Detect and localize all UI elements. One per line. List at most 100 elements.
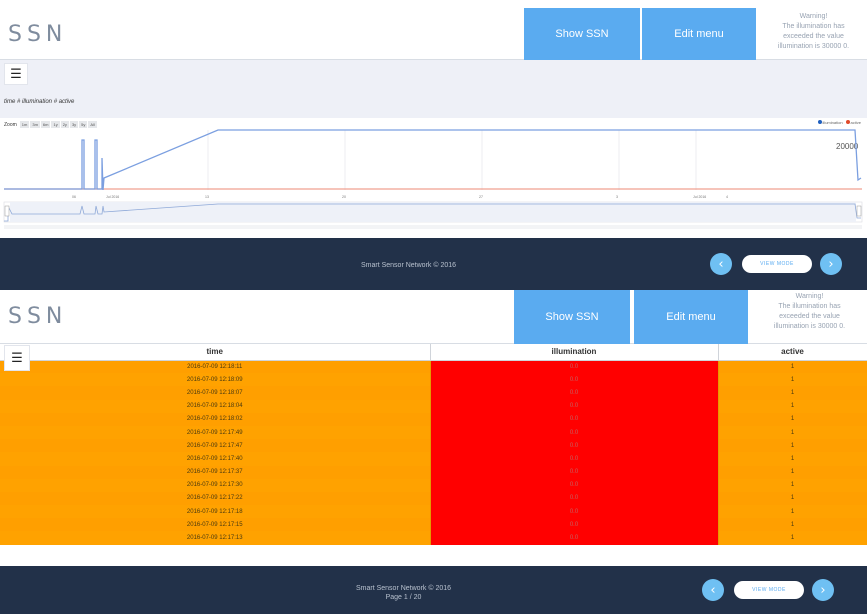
series-legend: time # illumination # active [4,99,75,105]
chevron-right-icon: › [828,256,834,272]
x-tick: Jul 2016 [693,195,706,199]
top-footer: Smart Sensor Network © 2016 ‹ VIEW MODE … [0,238,867,290]
page: SSN Show SSN Edit menu Warning! The illu… [0,0,867,614]
prev-page-button[interactable]: ‹ [710,253,732,275]
x-tick: Jul 2016 [106,195,119,199]
chart-scrollbar[interactable] [4,225,862,229]
navigator-handle-left[interactable] [4,205,10,217]
next-page-button[interactable]: › [812,579,834,601]
table-row[interactable]: 2016-07-09 12:18:11 0.0 1 [0,360,867,374]
table-row[interactable]: 2016-07-09 12:17:47 0.0 1 [0,439,867,453]
cell-time: 2016-07-09 12:17:30 [0,478,431,492]
cell-time: 2016-07-09 12:17:18 [0,505,431,519]
table-row[interactable]: 2016-07-09 12:18:02 0.0 1 [0,412,867,426]
table-row[interactable]: 2016-07-09 12:17:40 0.0 1 [0,452,867,466]
table-row[interactable]: 2016-07-09 12:17:49 0.0 1 [0,425,867,440]
cell-time: 2016-07-09 12:17:15 [0,518,431,532]
table-row[interactable]: 2016-07-09 12:18:04 0.0 1 [0,399,867,413]
cell-illumination: 0.0 [430,491,719,506]
cell-time: 2016-07-09 12:17:40 [0,452,431,466]
chevron-left-icon: ‹ [718,256,724,272]
warning-line: The illumination has [778,303,841,310]
warning-line: exceeded the value [779,313,840,320]
x-ticks: 06 Jul 2016 13 20 27 3 Jul 2016 4 [72,195,728,199]
warning-line: Warning! [799,13,828,20]
cell-illumination: 0.0 [430,386,719,400]
cell-illumination: 0.0 [430,373,719,387]
cell-time: 2016-07-09 12:17:37 [0,465,431,479]
table-row[interactable]: 2016-07-09 12:17:13 0.0 1 [0,531,867,545]
cell-time: 2016-07-09 12:18:02 [0,412,431,426]
x-tick: 4 [726,195,728,199]
warning-line: illumination is 30000 0. [773,323,846,330]
chevron-right-icon: › [820,582,826,598]
cell-time: 2016-07-09 12:18:04 [0,399,431,413]
navigator-handle-right[interactable] [856,205,862,217]
cell-active: 1 [718,439,867,453]
edit-menu-button[interactable]: Edit menu [634,290,748,344]
illumination-series-line [4,129,862,191]
table-row[interactable]: 2016-07-09 12:17:37 0.0 1 [0,465,867,479]
table-row[interactable]: 2016-07-09 12:17:18 0.0 1 [0,505,867,519]
bottom-footer: Smart Sensor Network © 2016 Page 1 / 20 … [0,566,867,614]
top-header: SSN Show SSN Edit menu Warning! The illu… [0,8,867,60]
cell-illumination: 0.0 [430,452,719,466]
cell-time: 2016-07-09 12:17:47 [0,439,431,453]
column-header-active[interactable]: active [718,344,867,361]
table-row[interactable]: 2016-07-09 12:17:22 0.0 1 [0,491,867,506]
table-row[interactable]: 2016-07-09 12:17:15 0.0 1 [0,518,867,532]
cell-illumination: 0.0 [430,360,719,374]
cell-active: 1 [718,465,867,479]
table-header-row: time illumination active [0,344,867,361]
view-mode-button[interactable]: VIEW MODE [742,255,812,273]
cell-illumination: 0.0 [430,465,719,479]
logo[interactable]: SSN [8,304,67,329]
table-row[interactable]: 2016-07-09 12:18:09 0.0 1 [0,373,867,387]
cell-time: 2016-07-09 12:18:09 [0,373,431,387]
cell-active: 1 [718,412,867,426]
next-page-button[interactable]: › [820,253,842,275]
show-ssn-button[interactable]: Show SSN [524,8,640,60]
edit-menu-button[interactable]: Edit menu [642,8,756,60]
cell-illumination: 0.0 [430,518,719,532]
x-tick: 3 [616,195,618,199]
cell-time: 2016-07-09 12:17:13 [0,531,431,545]
table-row[interactable]: 2016-07-09 12:17:30 0.0 1 [0,478,867,492]
cell-illumination: 0.0 [430,505,719,519]
cell-active: 1 [718,360,867,374]
warning-line: Warning! [795,293,824,300]
chart-grid [207,130,697,190]
show-ssn-button[interactable]: Show SSN [514,290,630,344]
cell-illumination: 0.0 [430,439,719,453]
table-body: 2016-07-09 12:18:11 0.0 1 2016-07-09 12:18:… [0,360,867,545]
data-table-container[interactable]: time illumination active 2016-07-09 12:1… [0,344,867,566]
view-mode-button[interactable]: VIEW MODE [734,581,804,599]
cell-active: 1 [718,518,867,532]
cell-active: 1 [718,491,867,506]
prev-page-button[interactable]: ‹ [702,579,724,601]
chart-svg: 06 Jul 2016 13 20 27 3 Jul 2016 4 [3,129,863,229]
menu-icon[interactable]: ☰ [4,345,30,371]
cell-active: 1 [718,478,867,492]
cell-active: 1 [718,531,867,545]
cell-time: 2016-07-09 12:18:07 [0,386,431,400]
cell-active: 1 [718,452,867,466]
warning-line: exceeded the value [783,33,844,40]
cell-illumination: 0.0 [430,478,719,492]
menu-icon[interactable]: ☰ [4,63,28,85]
table-row[interactable]: 2016-07-09 12:18:07 0.0 1 [0,386,867,400]
warning-line: The illumination has [782,23,845,30]
warning-message: Warning! The illumination has exceeded t… [760,12,867,52]
column-header-time[interactable]: time [0,344,431,361]
data-table: time illumination active 2016-07-09 12:1… [0,344,867,545]
chart-toolbar-area [0,60,867,118]
cell-illumination: 0.0 [430,412,719,426]
cell-time: 2016-07-09 12:17:49 [0,425,431,440]
column-header-illumination[interactable]: illumination [430,344,719,361]
x-tick: 06 [72,195,76,199]
cell-time: 2016-07-09 12:18:11 [0,360,431,374]
cell-illumination: 0.0 [430,399,719,413]
navigator-mask [10,202,856,222]
warning-message: Warning! The illumination has exceeded t… [752,292,867,332]
logo[interactable]: SSN [8,22,67,47]
